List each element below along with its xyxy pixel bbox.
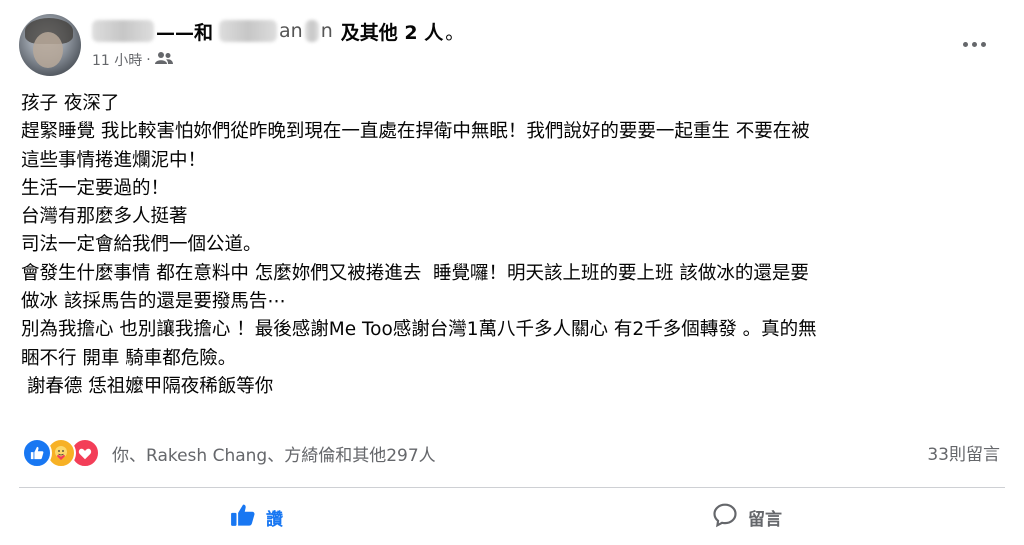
partner-name-fragment-2[interactable]: n <box>321 20 333 42</box>
comment-button[interactable]: 留言 <box>712 496 782 538</box>
post-line: 趕緊睡覺 我比較害怕妳們從昨晚到現在一直處在捍衛中無眠！我們說好的要要一起重生 … <box>21 121 810 143</box>
post-line: 做冰 該採馬告的還是要撥馬告⋯ <box>21 291 286 313</box>
post-line: 別為我擔心 也別讓我擔心 ！最後感謝Me Too感謝台灣1萬八千多人關心 有2千… <box>21 319 817 341</box>
post-line: 會發生什麼事情 都在意料中 怎麼妳們又被捲進去 睡覺囉！明天該上班的要上班 該做… <box>21 262 809 284</box>
author-avatar[interactable] <box>19 14 81 76</box>
blurred-partner-name-2[interactable] <box>304 20 319 42</box>
comment-bubble-icon <box>712 502 738 533</box>
post-line: 睏不行 開車 騎車都危險。 <box>21 347 237 369</box>
blurred-partner-name[interactable] <box>219 20 278 42</box>
post-text: 孩子 夜深了 趕緊睡覺 我比較害怕妳們從昨晚到現在一直處在捍衛中無眠！我們說好的… <box>21 90 996 401</box>
more-horizontal-icon[interactable] <box>956 32 992 56</box>
post-timestamp[interactable]: 11 小時 <box>92 50 142 70</box>
post-line: 台灣有那麼多人挺著 <box>21 206 188 228</box>
comments-count-link[interactable]: 33則留言 <box>927 440 1000 465</box>
facebook-post: ——和 an n 及其他 2 人 。 11 小時 · 孩子 夜深了 趕緊睡覺 我… <box>0 0 1024 545</box>
comment-button-label: 留言 <box>748 509 782 530</box>
actions-divider <box>19 487 1005 488</box>
thumbs-up-icon <box>230 502 256 533</box>
post-line: 這些事情捲進爛泥中！ <box>21 149 207 171</box>
author-line-suffix: 。 <box>445 21 465 44</box>
reactions-summary[interactable]: 你、Rakesh Chang、方綺倫和其他297人 <box>22 438 436 468</box>
post-line: 孩子 夜深了 <box>21 93 120 114</box>
friends-icon[interactable] <box>154 51 173 69</box>
like-button[interactable]: 讚 <box>230 496 283 538</box>
reactions-summary-text[interactable]: 你、Rakesh Chang、方綺倫和其他297人 <box>112 441 436 466</box>
post-author-line: ——和 an n 及其他 2 人 。 <box>92 16 464 46</box>
post-meta: 11 小時 · <box>92 50 173 70</box>
partner-name-fragment[interactable]: an <box>279 20 303 42</box>
like-button-label: 讚 <box>266 509 283 530</box>
post-line: 謝春德 恁祖嬤甲隔夜稀飯等你 <box>21 375 274 397</box>
others-link[interactable]: 及其他 2 人 <box>341 18 443 45</box>
meta-separator: · <box>146 52 151 68</box>
post-line: 司法一定會給我們一個公道。 <box>21 234 262 256</box>
blurred-author-name[interactable] <box>92 20 154 42</box>
post-line: 生活一定要過的！ <box>21 177 170 199</box>
like-reaction-icon[interactable] <box>22 438 52 468</box>
author-name-fragment[interactable]: ——和 <box>156 18 213 45</box>
